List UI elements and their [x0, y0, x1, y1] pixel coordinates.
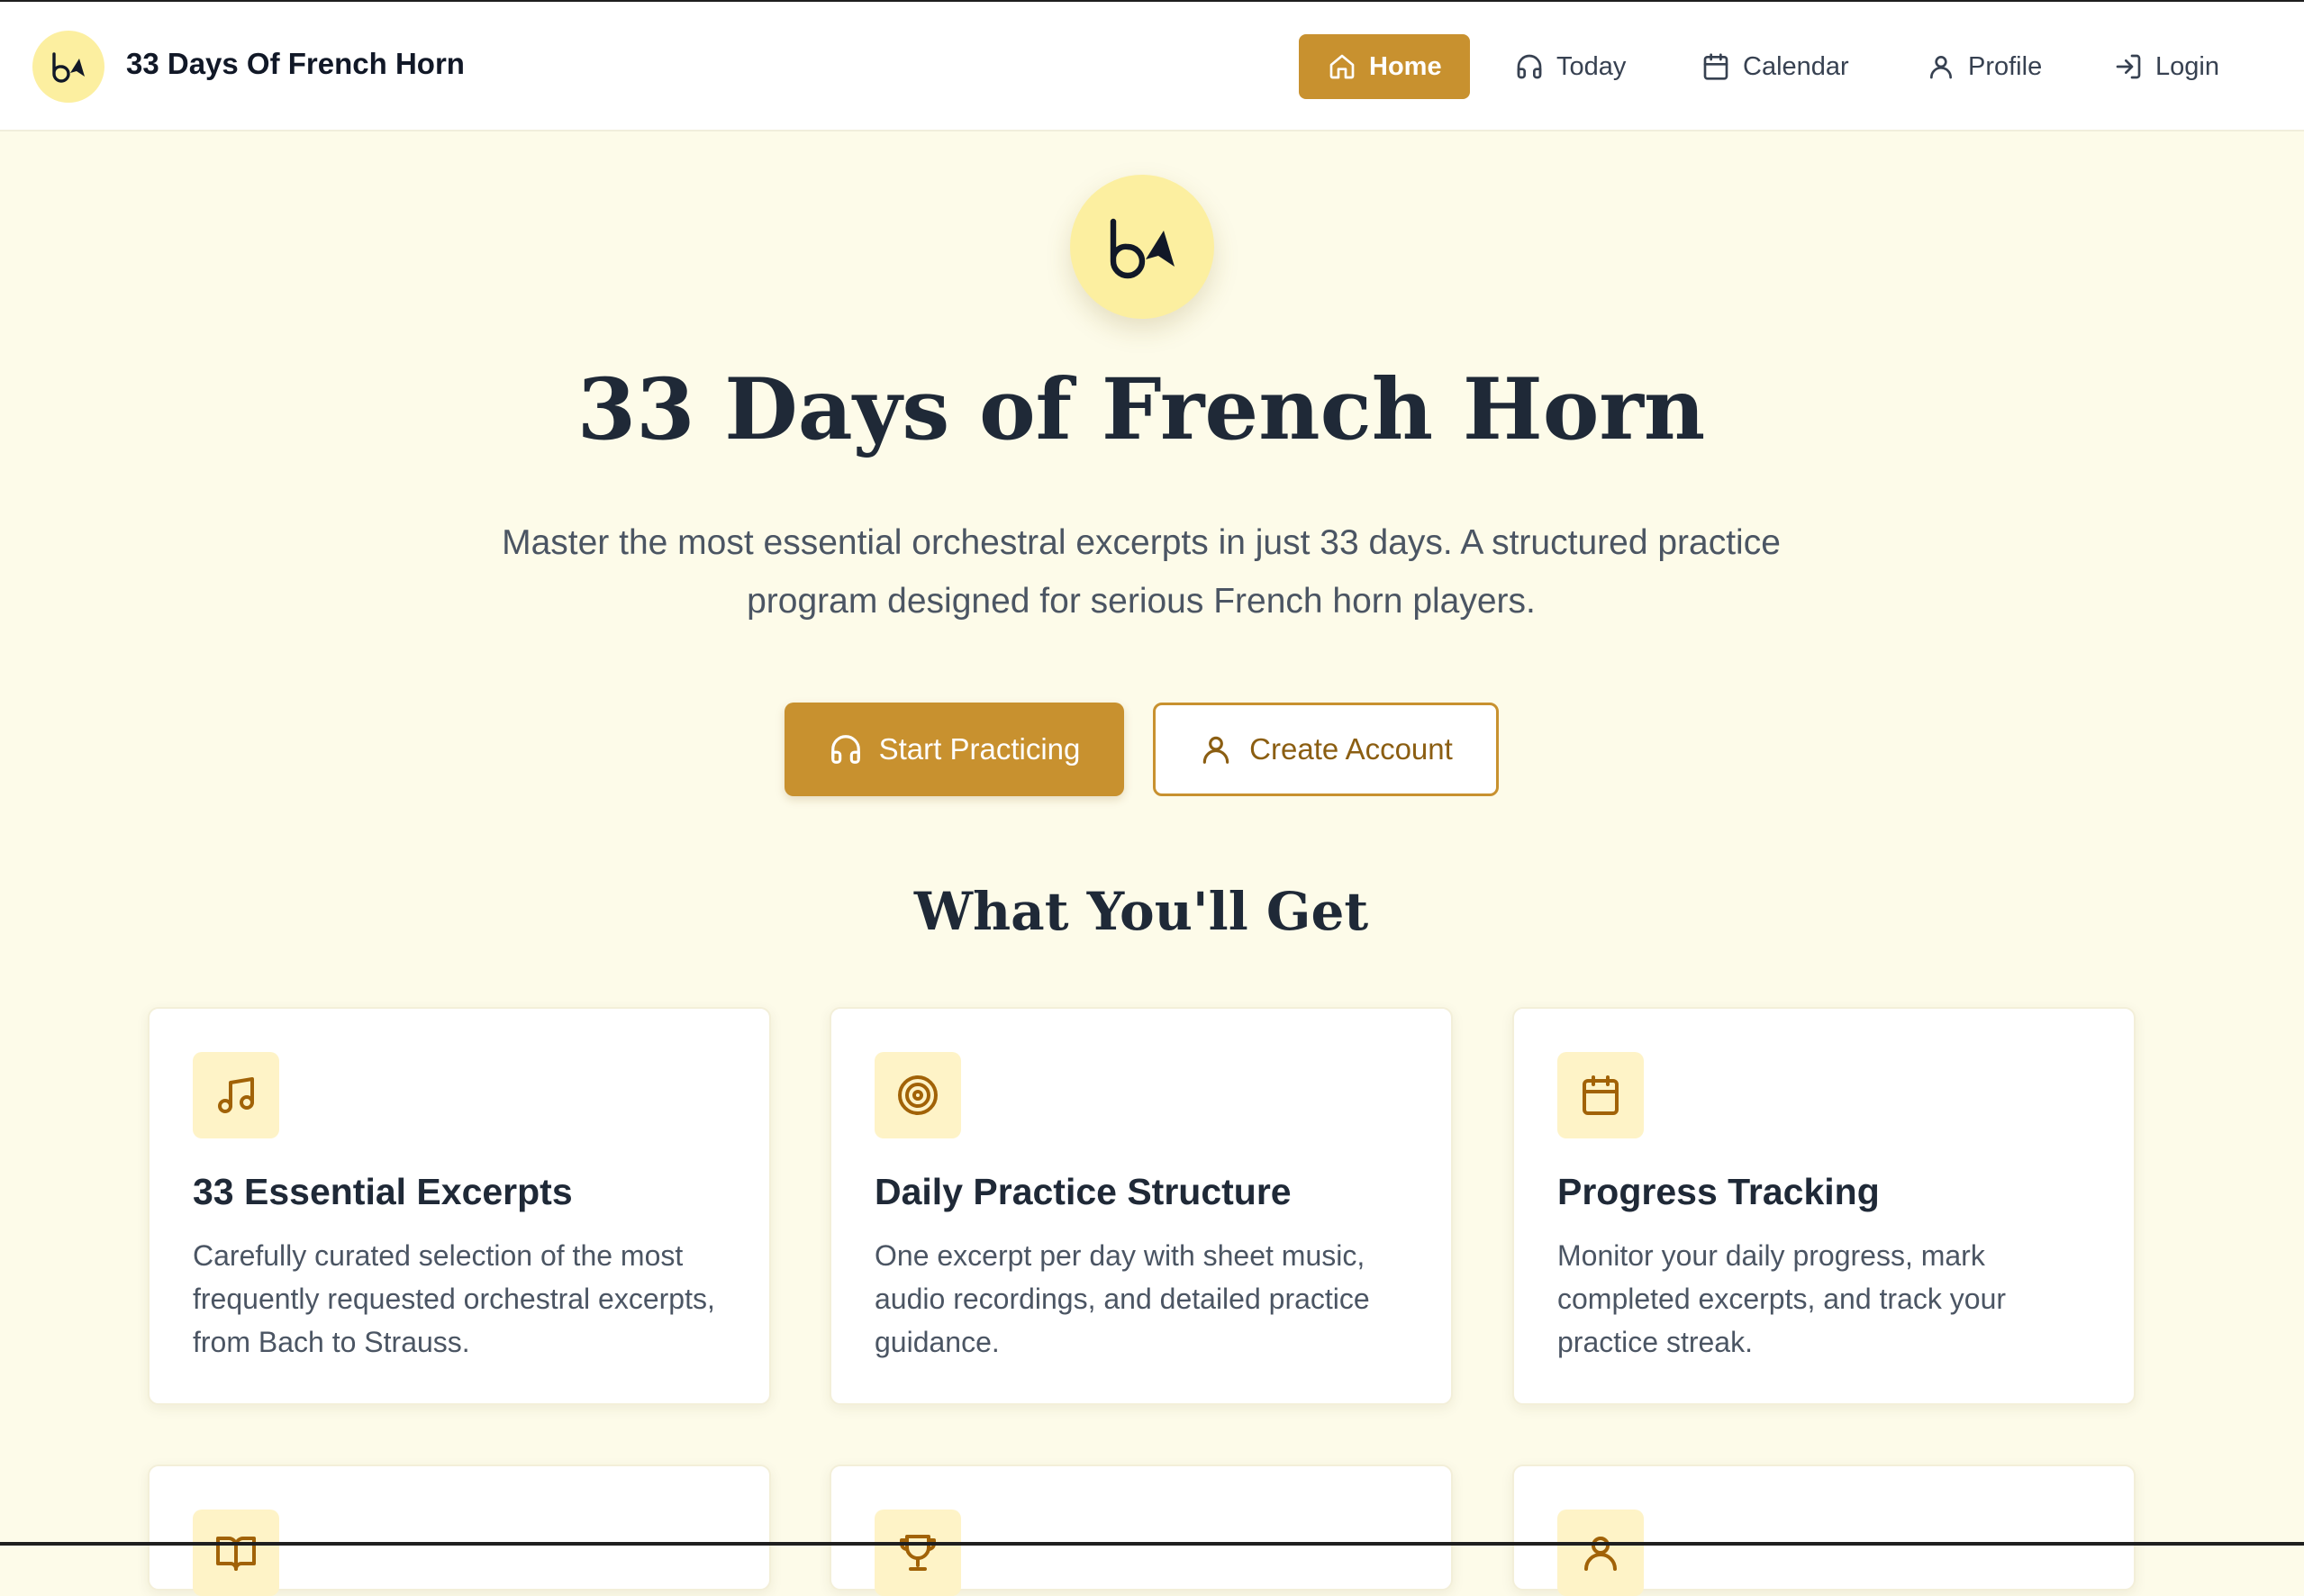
feature-card-daily-practice: Daily Practice Structure One excerpt per… [830, 1007, 1453, 1405]
features-section-title: What You'll Get [913, 881, 1369, 942]
nav-today[interactable]: Today [1486, 34, 1648, 99]
card-icon-tile [193, 1510, 279, 1596]
user-icon [1930, 56, 1952, 79]
nav-profile[interactable]: Profile [1898, 34, 2065, 99]
brand-logo[interactable] [32, 31, 104, 103]
card-icon-tile [1557, 1052, 1644, 1138]
window-bottom-border [0, 1542, 2304, 1546]
nav-home[interactable]: Home [1299, 34, 1470, 99]
feature-card-6 [1512, 1465, 2136, 1596]
hero-logo [1070, 175, 1214, 319]
top-navbar: 33 Days Of French Horn Home Today Calend… [0, 2, 2304, 131]
trophy-icon [900, 1535, 936, 1571]
card-icon-tile [875, 1510, 961, 1596]
nav-today-label: Today [1556, 51, 1627, 81]
user-icon [1202, 736, 1229, 764]
card-description: Carefully curated selection of the most … [193, 1239, 715, 1358]
nav-calendar-label: Calendar [1743, 51, 1849, 81]
calendar-icon [1703, 53, 1728, 80]
hero-subtitle: Master the most essential orchestral exc… [502, 523, 1781, 621]
home-icon [1329, 54, 1355, 79]
nav-login[interactable]: Login [2085, 34, 2247, 99]
nav-home-label: Home [1369, 51, 1442, 81]
nav-profile-label: Profile [1968, 51, 2043, 81]
start-practicing-button[interactable]: Start Practicing [785, 703, 1124, 796]
card-description: One excerpt per day with sheet music, au… [875, 1239, 1370, 1358]
feature-card-4 [148, 1465, 771, 1596]
create-account-label: Create Account [1249, 732, 1453, 766]
card-description: Monitor your daily progress, mark comple… [1557, 1239, 2007, 1358]
card-title: Daily Practice Structure [875, 1171, 1292, 1212]
card-title: Progress Tracking [1557, 1171, 1880, 1212]
card-icon-tile [193, 1052, 279, 1138]
create-account-button[interactable]: Create Account [1153, 703, 1499, 796]
feature-card-progress-tracking: Progress Tracking Monitor your daily pro… [1512, 1007, 2136, 1405]
book-open-icon [216, 1537, 256, 1571]
headphones-icon [830, 735, 860, 764]
card-title: 33 Essential Excerpts [193, 1171, 573, 1212]
french-horn-icon [52, 52, 85, 83]
headphones-icon [1517, 54, 1542, 79]
card-icon-tile [1557, 1510, 1644, 1596]
target-icon [898, 1075, 938, 1115]
brand-title[interactable]: 33 Days Of French Horn [126, 47, 465, 81]
page-title: 33 Days of French Horn [576, 360, 1706, 459]
start-practicing-label: Start Practicing [878, 732, 1081, 766]
calendar-icon [1583, 1075, 1619, 1115]
user-icon [1584, 1537, 1617, 1571]
feature-card-essential-excerpts: 33 Essential Excerpts Carefully curated … [148, 1007, 771, 1405]
nav-login-label: Login [2155, 51, 2219, 81]
music-note-icon [218, 1077, 254, 1113]
french-horn-icon [1110, 218, 1175, 279]
feature-card-5 [830, 1465, 1453, 1596]
card-icon-tile [875, 1052, 961, 1138]
login-icon [2116, 54, 2141, 79]
nav-calendar[interactable]: Calendar [1673, 34, 1871, 99]
